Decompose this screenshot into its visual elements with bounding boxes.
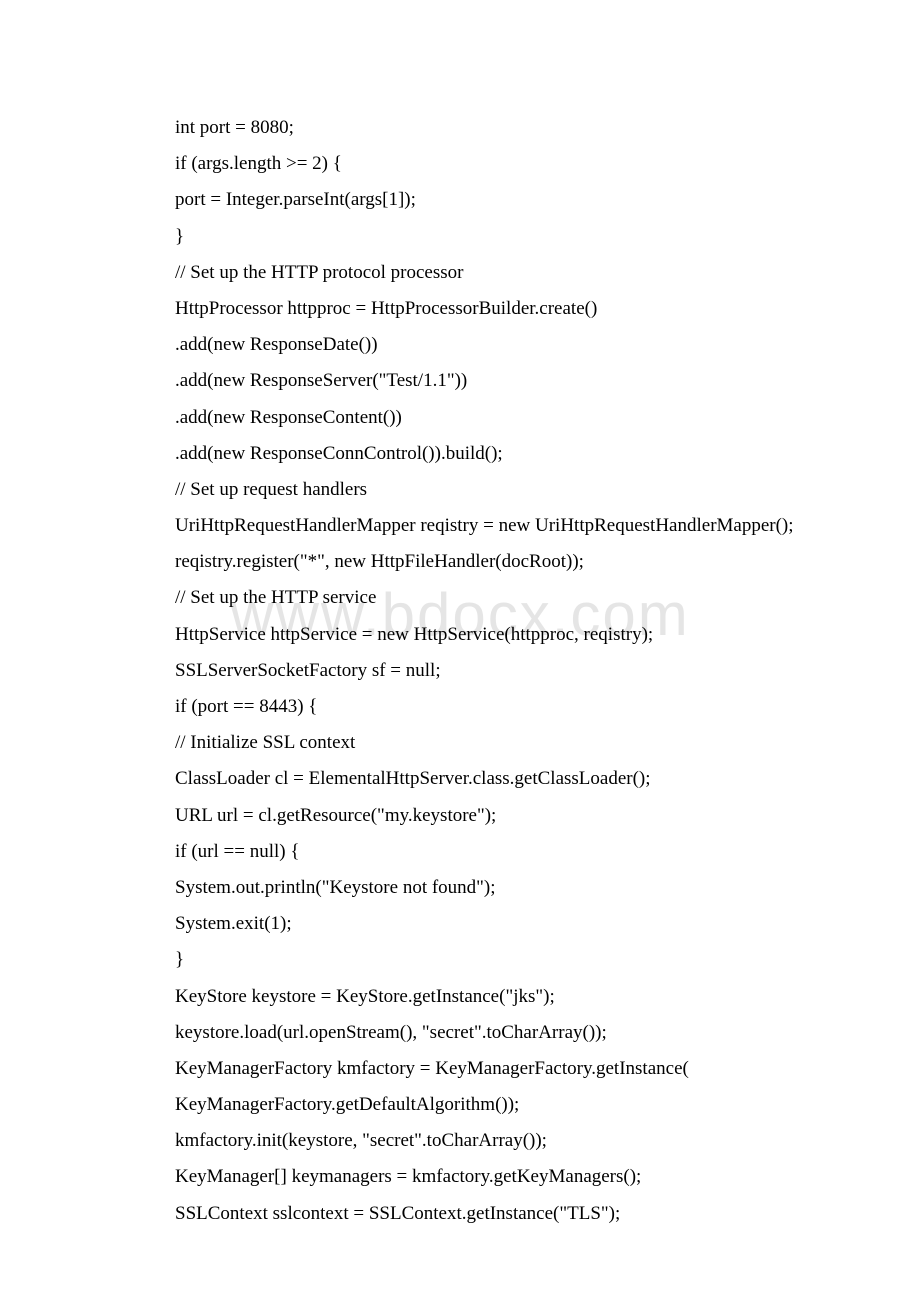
code-line: if (url == null) { [175,842,820,861]
code-block: int port = 8080; if (args.length >= 2) {… [175,118,820,1240]
code-line: int port = 8080; [175,118,820,137]
code-line: KeyStore keystore = KeyStore.getInstance… [175,987,820,1006]
code-line: .add(new ResponseDate()) [175,335,820,354]
code-line: KeyManagerFactory.getDefaultAlgorithm())… [175,1095,820,1114]
code-line: .add(new ResponseConnControl()).build(); [175,444,820,463]
code-line: if (args.length >= 2) { [175,154,820,173]
code-line: // Initialize SSL context [175,733,820,752]
code-line: port = Integer.parseInt(args[1]); [175,190,820,209]
code-line: URL url = cl.getResource("my.keystore"); [175,806,820,825]
code-line: reqistry.register("*", new HttpFileHandl… [175,552,820,571]
code-line: KeyManager[] keymanagers = kmfactory.get… [175,1167,820,1186]
code-line: HttpProcessor httpproc = HttpProcessorBu… [175,299,820,318]
code-line: SSLServerSocketFactory sf = null; [175,661,820,680]
code-line: if (port == 8443) { [175,697,820,716]
code-line: keystore.load(url.openStream(), "secret"… [175,1023,820,1042]
code-line: SSLContext sslcontext = SSLContext.getIn… [175,1204,820,1223]
code-line: // Set up the HTTP protocol processor [175,263,820,282]
code-line: .add(new ResponseContent()) [175,408,820,427]
code-line: // Set up the HTTP service [175,588,820,607]
code-line: } [175,950,820,969]
code-line: kmfactory.init(keystore, "secret".toChar… [175,1131,820,1150]
code-line: } [175,227,820,246]
code-line: .add(new ResponseServer("Test/1.1")) [175,371,820,390]
code-line: UriHttpRequestHandlerMapper reqistry = n… [175,516,820,535]
code-line: // Set up request handlers [175,480,820,499]
code-line: KeyManagerFactory kmfactory = KeyManager… [175,1059,820,1078]
code-line: ClassLoader cl = ElementalHttpServer.cla… [175,769,820,788]
code-line: System.out.println("Keystore not found")… [175,878,820,897]
code-line: System.exit(1); [175,914,820,933]
code-line: HttpService httpService = new HttpServic… [175,625,820,644]
